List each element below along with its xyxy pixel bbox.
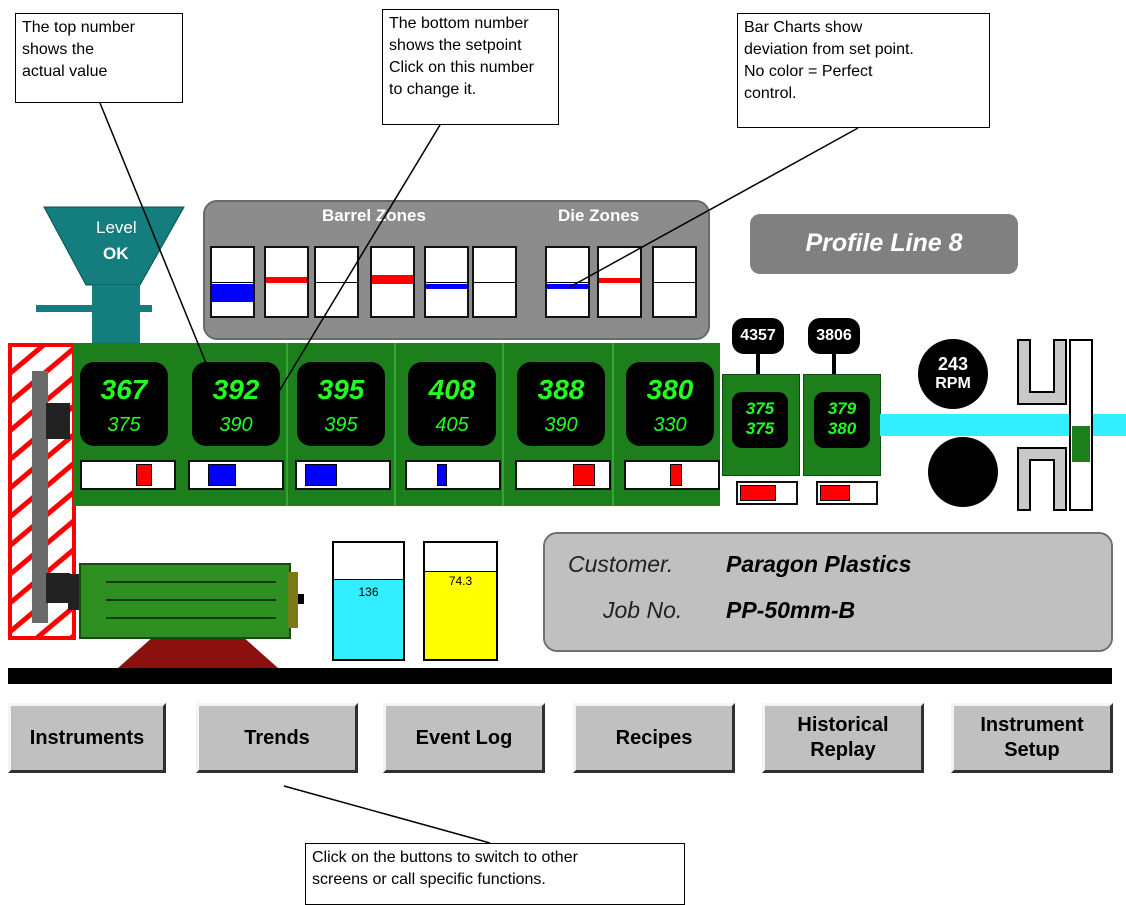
die-1-pressure: 4357: [732, 318, 784, 354]
barrel-zone-4-actual: 408: [428, 374, 476, 405]
die-zone-2-actual: 379: [827, 399, 857, 418]
instrument-setup-button[interactable]: Instrument Setup: [951, 703, 1113, 773]
customer-label: Customer.: [568, 551, 674, 577]
die-2-pressure-stem: [832, 354, 836, 374]
barrel-zone-6-output-bar: [624, 460, 720, 490]
die-zone-1-actual: 375: [745, 399, 775, 418]
die-2-pressure: 3806: [808, 318, 860, 354]
callout-buttons: Click on the buttons to switch to other …: [305, 843, 685, 905]
barrel-zone-2-display: 392 390: [192, 362, 280, 446]
barrel-zone-3-actual: 395: [317, 374, 365, 405]
die-zone-1-output-bar: [736, 481, 798, 505]
tank-1: 136: [332, 541, 405, 661]
zone-separator: [612, 343, 614, 506]
puller-unit: [1017, 339, 1093, 511]
die-zone-2-output-bar: [816, 481, 878, 505]
drive-motor: [68, 563, 304, 668]
barrel-zone-5-deviation-bar: [424, 246, 469, 318]
barrel-zone-1-actual: 367: [100, 374, 148, 405]
die-zone-3-deviation-bar: [652, 246, 697, 318]
event-log-button[interactable]: Event Log: [383, 703, 545, 773]
barrel-zone-3-setpoint[interactable]: 395: [297, 414, 385, 437]
die-zone-2-display: 379 380: [814, 392, 870, 448]
barrel-zone-3-display: 395 395: [297, 362, 385, 446]
barrel-zone-2-actual: 392: [212, 374, 260, 405]
floor-line: [8, 668, 1112, 684]
hopper-level-label: Level: [96, 218, 137, 237]
barrel-zone-6-deviation-bar: [472, 246, 517, 318]
die-1-pressure-stem: [756, 354, 760, 374]
barrel-zone-5-display: 388 390: [517, 362, 605, 446]
zone-separator: [286, 343, 288, 506]
customer-value: Paragon Plastics: [726, 551, 912, 577]
tank-2: 74.3: [423, 541, 498, 661]
recipes-button[interactable]: Recipes: [573, 703, 735, 773]
callout-bar-charts: Bar Charts show deviation from set point…: [737, 13, 990, 128]
barrel-zone-4-display: 408 405: [408, 362, 496, 446]
barrel-zone-3-output-bar: [295, 460, 391, 490]
hopper-level-status: OK: [103, 244, 129, 263]
screw-speed-gauge: 243 RPM: [918, 339, 988, 409]
barrel-zone-5-output-bar: [515, 460, 611, 490]
barrel-zone-4-deviation-bar: [370, 246, 415, 318]
barrel-zones-title: Barrel Zones: [322, 206, 426, 225]
job-number-value: PP-50mm-B: [726, 597, 856, 623]
trends-button[interactable]: Trends: [196, 703, 358, 773]
barrel-zone-2-output-bar: [188, 460, 284, 490]
tank-1-value: 136: [358, 585, 379, 599]
tank-2-value: 74.3: [448, 574, 473, 588]
puller-roller: [928, 437, 998, 507]
die-zone-1-setpoint[interactable]: 375: [732, 419, 788, 439]
zone-separator: [394, 343, 396, 506]
instruments-button[interactable]: Instruments: [8, 703, 166, 773]
barrel-zone-3-deviation-bar: [314, 246, 359, 318]
job-info-panel: [543, 532, 1113, 652]
line-title: Profile Line 8: [805, 229, 963, 257]
die-zone-2-deviation-bar: [597, 246, 642, 318]
die-zone-1-display: 375 375: [732, 392, 788, 448]
barrel-zone-1-deviation-bar: [210, 246, 255, 318]
callout-setpoint: The bottom number shows the setpoint Cli…: [382, 9, 559, 125]
barrel-zone-1-display: 367 375: [80, 362, 168, 446]
screw-speed-value: 243: [937, 354, 969, 374]
barrel-zone-6-setpoint[interactable]: 330: [626, 414, 714, 437]
barrel-zone-4-setpoint[interactable]: 405: [408, 414, 496, 437]
barrel-zone-1-setpoint[interactable]: 375: [80, 414, 168, 437]
callout-actual-value: The top number shows the actual value: [15, 13, 183, 103]
die-zones-title: Die Zones: [558, 206, 640, 225]
screw-speed-unit: RPM: [935, 375, 971, 392]
barrel-zone-6-display: 380 330: [626, 362, 714, 446]
die-zone-2-setpoint[interactable]: 380: [814, 419, 870, 439]
barrel-zone-5-setpoint[interactable]: 390: [517, 414, 605, 437]
die-zone-1-deviation-bar: [545, 246, 590, 318]
historical-replay-button[interactable]: Historical Replay: [762, 703, 924, 773]
job-number-label: Job No.: [603, 597, 683, 623]
barrel-zone-2-deviation-bar: [264, 246, 309, 318]
zone-separator: [502, 343, 504, 506]
barrel-zone-4-output-bar: [405, 460, 501, 490]
barrel-zone-1-output-bar: [80, 460, 176, 490]
barrel-zone-6-actual: 380: [646, 374, 694, 405]
barrel-zone-2-setpoint[interactable]: 390: [192, 414, 280, 437]
barrel-zone-5-actual: 388: [537, 374, 585, 405]
